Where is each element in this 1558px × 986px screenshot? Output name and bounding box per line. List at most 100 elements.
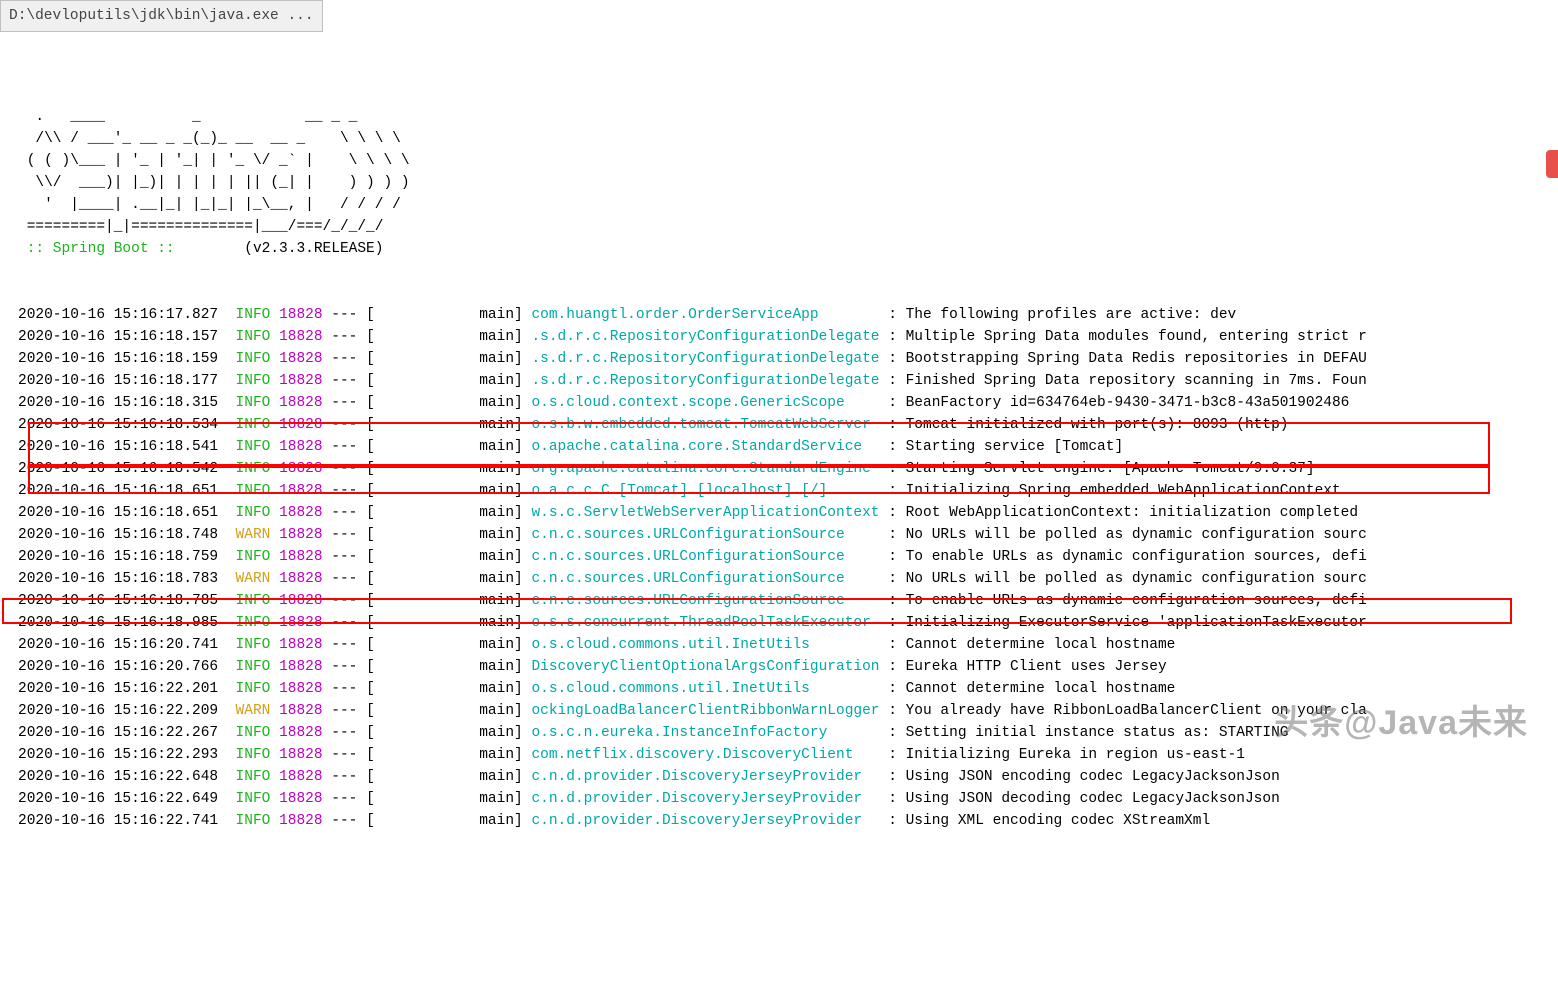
log-timestamp: 2020-10-16 15:16:18.157 [18, 329, 218, 345]
log-separator: --- [ [323, 417, 480, 433]
log-class: c.n.d.provider.DiscoveryJerseyProvider [531, 769, 879, 785]
log-level: INFO [236, 395, 271, 411]
log-thread: main [479, 725, 514, 741]
log-line: 2020-10-16 15:16:18.748 WARN 18828 --- [… [18, 524, 1540, 546]
log-line: 2020-10-16 15:16:22.648 INFO 18828 --- [… [18, 766, 1540, 788]
log-pid: 18828 [279, 461, 323, 477]
log-level: INFO [236, 681, 271, 697]
log-class: o.s.cloud.commons.util.InetUtils [531, 637, 879, 653]
log-timestamp: 2020-10-16 15:16:18.315 [18, 395, 218, 411]
log-level: INFO [236, 593, 271, 609]
log-line: 2020-10-16 15:16:17.827 INFO 18828 --- [… [18, 304, 1540, 326]
log-message: Finished Spring Data repository scanning… [906, 373, 1367, 389]
log-timestamp: 2020-10-16 15:16:22.267 [18, 725, 218, 741]
log-class: .s.d.r.c.RepositoryConfigurationDelegate [531, 373, 879, 389]
log-class: c.n.c.sources.URLConfigurationSource [531, 571, 879, 587]
log-timestamp: 2020-10-16 15:16:18.785 [18, 593, 218, 609]
log-timestamp: 2020-10-16 15:16:18.748 [18, 527, 218, 543]
banner-ascii: /\\ / ___'_ __ _ _(_)_ __ __ _ \ \ \ \ (… [18, 131, 410, 235]
log-message: Tomcat initialized with port(s): 8093 (h… [906, 417, 1289, 433]
log-thread: main [479, 461, 514, 477]
log-thread: main [479, 373, 514, 389]
log-thread: main [479, 571, 514, 587]
log-message: BeanFactory id=634764eb-9430-3471-b3c8-4… [906, 395, 1350, 411]
log-line: 2020-10-16 15:16:18.783 WARN 18828 --- [… [18, 568, 1540, 590]
log-pid: 18828 [279, 439, 323, 455]
log-message: Multiple Spring Data modules found, ente… [906, 329, 1367, 345]
log-class: o.s.c.n.eureka.InstanceInfoFactory [531, 725, 879, 741]
log-message: Using JSON decoding codec LegacyJacksonJ… [906, 791, 1280, 807]
log-thread: main [479, 439, 514, 455]
log-thread: main [479, 747, 514, 763]
log-class: com.huangtl.order.OrderServiceApp [531, 307, 879, 323]
log-line: 2020-10-16 15:16:20.766 INFO 18828 --- [… [18, 656, 1540, 678]
log-separator: --- [ [323, 373, 480, 389]
log-thread: main [479, 791, 514, 807]
log-thread: main [479, 681, 514, 697]
log-separator: --- [ [323, 461, 480, 477]
log-timestamp: 2020-10-16 15:16:18.541 [18, 439, 218, 455]
log-thread: main [479, 593, 514, 609]
log-level: WARN [236, 527, 271, 543]
log-level: INFO [236, 439, 271, 455]
log-pid: 18828 [279, 527, 323, 543]
log-line: 2020-10-16 15:16:18.759 INFO 18828 --- [… [18, 546, 1540, 568]
log-separator: --- [ [323, 813, 480, 829]
log-level: INFO [236, 329, 271, 345]
log-timestamp: 2020-10-16 15:16:18.985 [18, 615, 218, 631]
log-separator: --- [ [323, 395, 480, 411]
log-class: o.s.b.w.embedded.tomcat.TomcatWebServer [531, 417, 879, 433]
log-message: You already have RibbonLoadBalancerClien… [906, 703, 1367, 719]
log-pid: 18828 [279, 483, 323, 499]
log-separator: --- [ [323, 483, 480, 499]
console-output[interactable]: . ____ _ __ _ _ /\\ / ___'_ __ _ _(_)_ _… [0, 32, 1558, 986]
log-thread: main [479, 351, 514, 367]
log-separator: --- [ [323, 791, 480, 807]
log-separator: --- [ [323, 747, 480, 763]
log-class: c.n.d.provider.DiscoveryJerseyProvider [531, 813, 879, 829]
log-separator: --- [ [323, 593, 480, 609]
log-line: 2020-10-16 15:16:18.651 INFO 18828 --- [… [18, 502, 1540, 524]
log-message: Bootstrapping Spring Data Redis reposito… [906, 351, 1367, 367]
log-line: 2020-10-16 15:16:18.177 INFO 18828 --- [… [18, 370, 1540, 392]
log-timestamp: 2020-10-16 15:16:18.759 [18, 549, 218, 565]
log-message: Initializing Eureka in region us-east-1 [906, 747, 1245, 763]
log-separator: --- [ [323, 681, 480, 697]
log-thread: main [479, 813, 514, 829]
log-lines-container: 2020-10-16 15:16:17.827 INFO 18828 --- [… [18, 304, 1540, 832]
log-thread: main [479, 395, 514, 411]
window-title: D:\devloputils\jdk\bin\java.exe ... [9, 8, 314, 24]
log-message: The following profiles are active: dev [906, 307, 1237, 323]
log-pid: 18828 [279, 549, 323, 565]
log-message: Cannot determine local hostname [906, 637, 1176, 653]
log-level: INFO [236, 307, 271, 323]
log-level: INFO [236, 549, 271, 565]
log-class: org.apache.catalina.core.StandardEngine [531, 461, 879, 477]
log-timestamp: 2020-10-16 15:16:18.542 [18, 461, 218, 477]
log-line: 2020-10-16 15:16:18.651 INFO 18828 --- [… [18, 480, 1540, 502]
log-separator: --- [ [323, 549, 480, 565]
log-class: o.s.cloud.context.scope.GenericScope [531, 395, 879, 411]
log-thread: main [479, 527, 514, 543]
log-message: Root WebApplicationContext: initializati… [906, 505, 1367, 521]
log-level: INFO [236, 351, 271, 367]
side-tab-marker[interactable] [1546, 150, 1558, 178]
log-level: INFO [236, 505, 271, 521]
log-thread: main [479, 549, 514, 565]
log-message: Starting Servlet engine: [Apache Tomcat/… [906, 461, 1315, 477]
log-separator: --- [ [323, 725, 480, 741]
log-level: INFO [236, 659, 271, 675]
log-thread: main [479, 307, 514, 323]
log-thread: main [479, 659, 514, 675]
log-separator: --- [ [323, 307, 480, 323]
log-timestamp: 2020-10-16 15:16:20.741 [18, 637, 218, 653]
log-pid: 18828 [279, 725, 323, 741]
log-thread: main [479, 483, 514, 499]
log-pid: 18828 [279, 571, 323, 587]
log-separator: --- [ [323, 329, 480, 345]
log-message: To enable URLs as dynamic configuration … [906, 593, 1367, 609]
log-timestamp: 2020-10-16 15:16:18.651 [18, 483, 218, 499]
log-thread: main [479, 615, 514, 631]
log-message: Using JSON encoding codec LegacyJacksonJ… [906, 769, 1280, 785]
log-pid: 18828 [279, 615, 323, 631]
